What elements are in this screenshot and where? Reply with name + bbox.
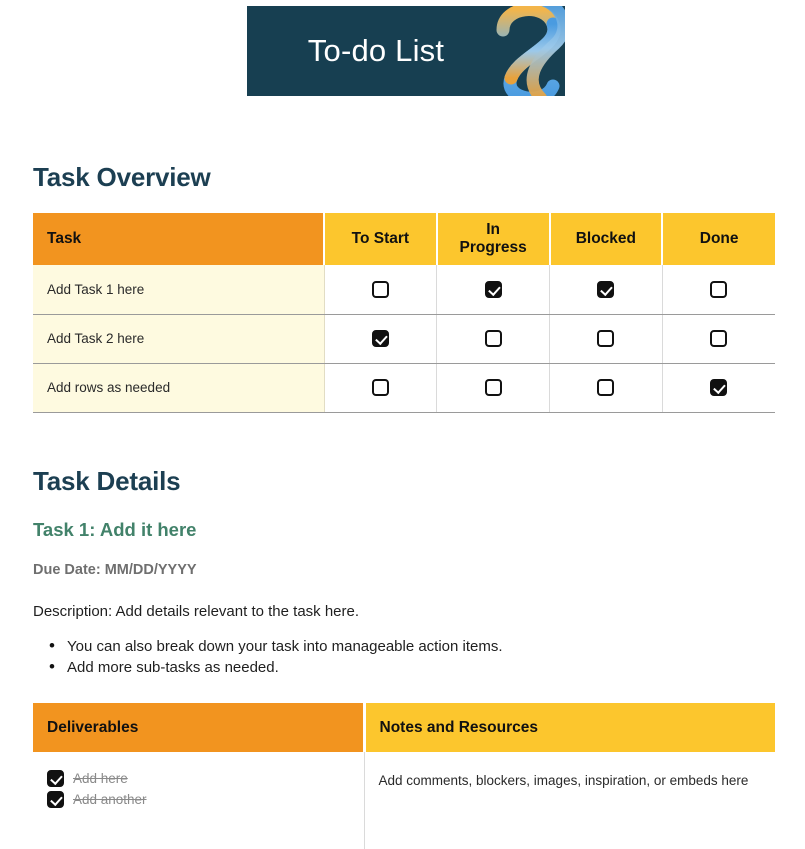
table-row: Add Task 1 here [33, 265, 775, 315]
deliverables-cell: Add here Add another [33, 752, 365, 849]
table-header-row: Deliverables Notes and Resources [33, 703, 775, 752]
notes-cell[interactable]: Add comments, blockers, images, inspirat… [364, 752, 775, 849]
checkbox-in-progress[interactable] [484, 379, 502, 396]
table-row: Add rows as needed [33, 363, 775, 413]
deliverable-label: Add another [73, 792, 147, 807]
list-item: You can also break down your task into m… [49, 635, 503, 657]
header-banner: To-do List [247, 6, 565, 96]
task-overview-table: Task To Start In Progress Blocked Done A… [33, 213, 775, 413]
task-description: Description: Add details relevant to the… [33, 603, 360, 620]
checkbox-cell-to-start[interactable] [324, 265, 438, 315]
checkbox-cell-blocked[interactable] [549, 363, 663, 413]
checkbox-deliverable[interactable] [47, 770, 64, 787]
sub-task-list: You can also break down your task into m… [33, 635, 503, 678]
document-page: To-do List Task Overview Task To Start I… [0, 0, 805, 849]
checkbox-in-progress[interactable] [484, 330, 502, 347]
checkbox-deliverable[interactable] [47, 791, 64, 808]
table-row: Add here Add another Add comments, block… [33, 752, 775, 849]
task-name-cell[interactable]: Add Task 1 here [33, 265, 325, 315]
checkbox-to-start[interactable] [371, 379, 389, 396]
checkbox-cell-to-start[interactable] [324, 314, 438, 364]
list-item[interactable]: Add another [47, 789, 350, 810]
task-details-heading: Task Details [33, 466, 181, 496]
column-header-deliverables: Deliverables [33, 703, 366, 752]
checkbox-cell-done[interactable] [662, 363, 775, 413]
checkbox-blocked[interactable] [597, 330, 615, 347]
column-header-done: Done [662, 213, 775, 265]
checkbox-blocked[interactable] [597, 379, 615, 396]
checkbox-to-start[interactable] [371, 280, 389, 298]
checkbox-in-progress[interactable] [484, 280, 502, 298]
list-item[interactable]: Add here [47, 768, 350, 789]
column-header-task: Task [33, 213, 325, 265]
checkbox-done[interactable] [710, 280, 728, 298]
task-overview-heading: Task Overview [33, 162, 211, 192]
task-name-cell[interactable]: Add rows as needed [33, 363, 325, 413]
page-title: To-do List [307, 33, 445, 68]
deliverable-label: Add here [73, 771, 128, 786]
checkbox-cell-to-start[interactable] [324, 363, 438, 413]
column-header-to-start: To Start [324, 213, 438, 265]
checkbox-cell-in-progress[interactable] [436, 265, 550, 315]
task-name-cell[interactable]: Add Task 2 here [33, 314, 325, 364]
table-row: Add Task 2 here [33, 314, 775, 364]
checkbox-blocked[interactable] [597, 280, 615, 298]
checkbox-cell-blocked[interactable] [549, 265, 663, 315]
table-header-row: Task To Start In Progress Blocked Done [33, 213, 775, 265]
column-header-in-progress: In Progress [436, 213, 551, 265]
deliverables-table: Deliverables Notes and Resources Add her… [33, 703, 775, 849]
checkbox-to-start[interactable] [371, 330, 389, 347]
checkbox-cell-blocked[interactable] [549, 314, 663, 364]
task-detail-title: Task 1: Add it here [33, 519, 197, 540]
checkbox-cell-in-progress[interactable] [436, 363, 550, 413]
checkbox-cell-in-progress[interactable] [436, 314, 550, 364]
due-date-label: Due Date: MM/DD/YYYY [33, 562, 197, 578]
checkbox-done[interactable] [710, 379, 728, 396]
checkbox-cell-done[interactable] [662, 265, 775, 315]
checkbox-cell-done[interactable] [662, 314, 775, 364]
checkbox-done[interactable] [710, 330, 728, 347]
column-header-blocked: Blocked [549, 213, 664, 265]
column-header-notes: Notes and Resources [364, 703, 775, 752]
list-item: Add more sub-tasks as needed. [49, 656, 503, 678]
